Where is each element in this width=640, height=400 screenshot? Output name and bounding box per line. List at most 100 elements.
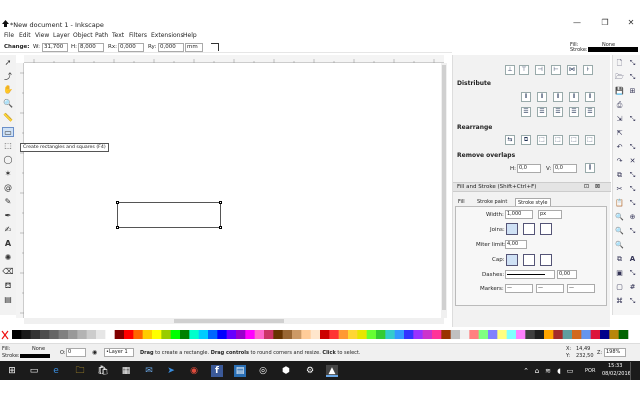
round-join-icon[interactable] [523,223,535,235]
palette-swatch[interactable] [329,330,339,339]
palette-swatch[interactable] [534,330,545,339]
snap-bbox-icon[interactable]: ⤡ [628,73,637,81]
palette-swatch[interactable] [142,330,153,339]
tab-fill[interactable]: Fill [458,198,465,206]
palette-swatch[interactable] [562,330,573,339]
palette-swatch[interactable] [198,330,209,339]
width-input[interactable]: 31,700 [42,43,68,52]
spiral-tool-icon[interactable]: @ [2,183,14,193]
palette-swatch[interactable] [236,330,246,339]
palette-swatch[interactable] [124,330,134,339]
rearrange-icon[interactable]: ⬚ [553,135,563,145]
palette-swatch[interactable] [208,330,218,339]
palette-swatch[interactable] [357,330,367,339]
bucket-tool-icon[interactable]: ⛾ [2,281,14,291]
status-fill-value[interactable]: None [32,346,45,352]
palette-swatch[interactable] [49,330,59,339]
chrome-icon[interactable]: ◉ [188,365,200,377]
ungroup-icon[interactable]: ▢ [615,283,624,291]
palette-swatch[interactable] [273,330,283,339]
align-icon[interactable]: ⋈ [567,65,577,75]
palette-swatch[interactable] [432,330,442,339]
rearrange-icon[interactable]: ⬚ [585,135,595,145]
distribute-icon[interactable]: ⫴ [569,92,579,102]
show-desktop-button[interactable] [630,362,640,380]
palette-swatch[interactable] [413,330,423,339]
palette-swatch[interactable] [133,330,143,339]
palette-swatch[interactable] [338,330,349,339]
palette-swatch[interactable] [12,330,22,339]
distribute-icon[interactable]: ⫴ [537,92,547,102]
gradient-tool-icon[interactable]: ▤ [2,295,14,305]
snap-edge-icon[interactable]: ⊞ [628,87,637,95]
palette-swatch[interactable] [478,330,489,339]
zoom-page-icon[interactable]: 🔍 [615,241,624,249]
palette-swatch[interactable] [245,330,255,339]
round-cap-icon[interactable] [523,254,535,266]
snap-intersection-icon[interactable]: ✕ [628,157,637,165]
scroll-thumb[interactable] [174,319,284,323]
rearrange-icon[interactable]: ⧉ [521,135,531,145]
ry-input[interactable]: 0,000 [158,43,184,52]
rearrange-icon[interactable]: ⇆ [505,135,515,145]
bevel-join-icon[interactable] [540,223,552,235]
not-rounded-icon[interactable] [211,43,219,51]
store-icon[interactable]: 🛍 [97,365,109,377]
distribute-icon[interactable]: ☰ [521,107,531,117]
facebook-icon[interactable]: f [211,365,223,377]
palette-swatch[interactable] [310,330,321,339]
remove-overlaps-button[interactable]: ⫼ [585,163,595,173]
text-font-icon[interactable]: A [628,255,637,263]
distribute-icon[interactable]: ⫴ [553,92,563,102]
palette-swatch[interactable] [292,330,302,339]
distribute-icon[interactable]: ☰ [569,107,579,117]
new-document-icon[interactable]: 🗋 [615,59,624,67]
snap-midpoint-icon[interactable]: ⤡ [628,199,637,207]
status-stroke-swatch[interactable] [20,354,50,358]
distribute-icon[interactable]: ☰ [585,107,595,117]
menu-filters[interactable]: Filters [129,31,147,40]
snap-toggle-icon[interactable]: ⤡ [628,59,637,67]
unit-select[interactable]: mm [185,43,203,52]
palette-swatch[interactable] [441,330,451,339]
palette-swatch[interactable] [618,330,629,339]
palette-swatch[interactable] [30,330,41,339]
palette-swatch[interactable] [105,330,115,339]
corner-handle[interactable] [219,201,222,204]
redo-icon[interactable]: ↷ [615,157,624,165]
tray-message-icon[interactable]: ▭ [564,365,576,377]
cut-icon[interactable]: ✂ [615,185,624,193]
layer-select[interactable]: •Layer 1 [104,348,134,357]
align-icon[interactable]: ⊥ [505,65,515,75]
snap-grid-icon[interactable]: # [628,283,637,291]
distribute-icon[interactable]: ☰ [553,107,563,117]
snap-node-icon[interactable]: ⤡ [628,115,637,123]
task-view-icon[interactable]: ▭ [28,365,40,377]
vertical-scrollbar[interactable] [441,63,447,318]
selector-tool-icon[interactable]: ➚ [2,58,14,68]
open-icon[interactable]: 🗁 [615,73,624,81]
import-icon[interactable]: ⇲ [615,115,624,123]
3d-box-tool-icon[interactable]: ⬚ [2,141,14,151]
palette-swatch[interactable] [348,330,358,339]
palette-swatch[interactable] [58,330,69,339]
distribute-icon[interactable]: ⫴ [585,92,595,102]
tab-stroke-paint[interactable]: Stroke paint [477,198,507,206]
panel-restore-icon[interactable]: ⊡ [584,183,589,190]
snap-smooth-icon[interactable]: ⤡ [628,185,637,193]
miter-join-icon[interactable] [506,223,518,235]
zoom-input[interactable]: 198% [604,348,626,357]
palette-swatch[interactable] [525,330,535,339]
copy-icon[interactable]: ⧉ [615,171,624,179]
spray-tool-icon[interactable]: ✺ [2,253,14,263]
menu-path[interactable]: Path [95,31,108,40]
zoom-tool-icon[interactable]: 🔍 [2,99,14,109]
palette-swatch[interactable] [77,330,87,339]
palette-swatch[interactable] [376,330,386,339]
end-marker-select[interactable]: — [567,284,595,293]
pinned-app-icon[interactable]: ⬢ [280,365,292,377]
snap-center-icon[interactable]: ⊕ [628,213,637,221]
palette-swatch[interactable] [301,330,311,339]
rearrange-icon[interactable]: ⬚ [569,135,579,145]
pinned-app-icon[interactable]: ⚙ [304,365,316,377]
